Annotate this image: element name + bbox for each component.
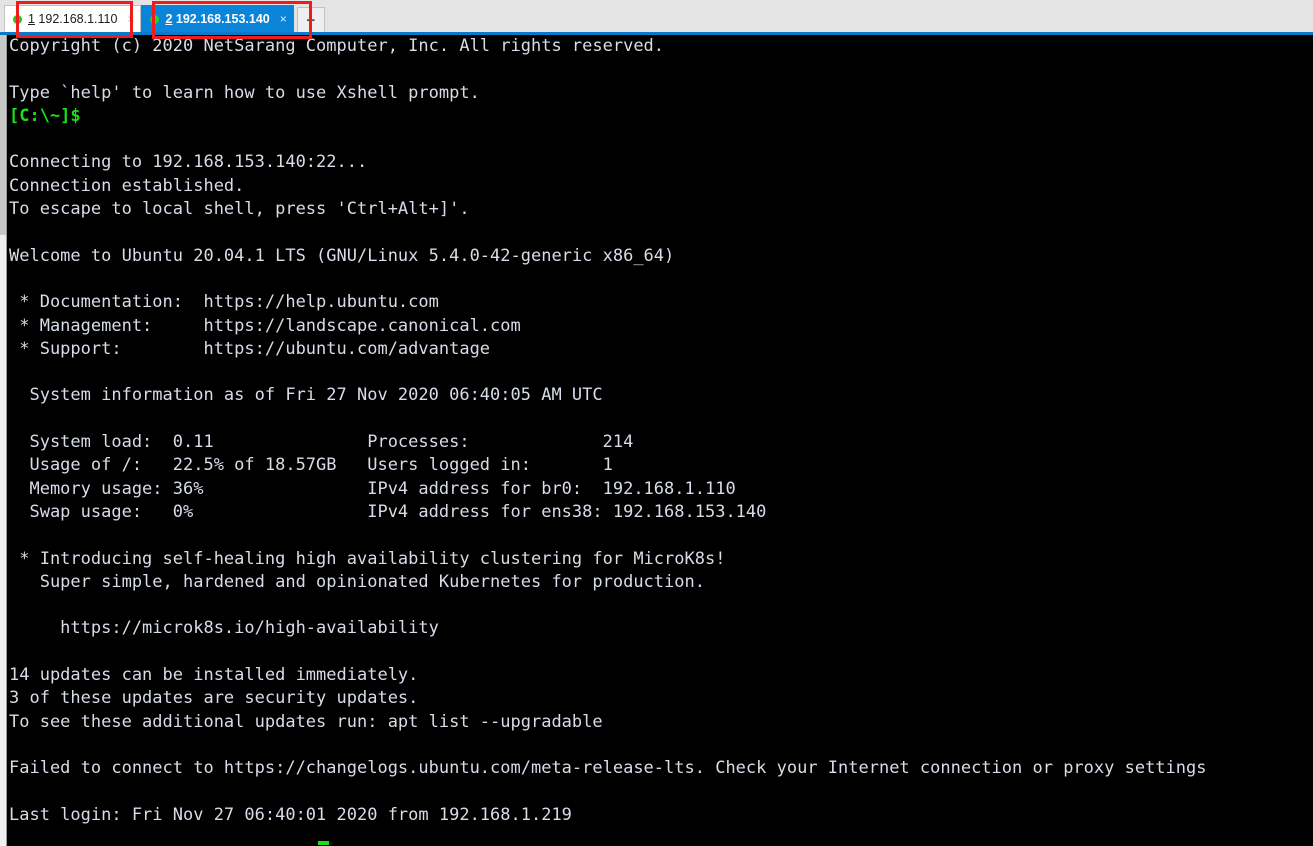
connection-status-dot-icon bbox=[150, 14, 160, 24]
terminal-line: System load: 0.11 Processes: 214 bbox=[9, 432, 634, 453]
tab-192-168-1-110[interactable]: 1 192.168.1.110 × bbox=[4, 5, 142, 32]
terminal-cursor bbox=[318, 841, 329, 845]
tab-label: 1 192.168.1.110 bbox=[28, 12, 118, 26]
close-icon[interactable]: × bbox=[280, 13, 287, 25]
terminal-line: * Support: https://ubuntu.com/advantage bbox=[9, 338, 491, 359]
connection-status-dot-icon bbox=[13, 14, 22, 24]
terminal-line: Memory usage: 36% IPv4 address for br0: … bbox=[9, 478, 736, 499]
terminal-line: System information as of Fri 27 Nov 2020… bbox=[9, 385, 603, 406]
tab-strip: 1 192.168.1.110 × 2 192.168.153.140 × + bbox=[4, 3, 325, 32]
terminal-line: Connecting to 192.168.153.140:22... bbox=[9, 152, 368, 173]
terminal-line: [C:\~]$ bbox=[9, 105, 81, 126]
terminal-line: Type `help' to learn how to use Xshell p… bbox=[9, 82, 480, 103]
terminal-line: Welcome to Ubuntu 20.04.1 LTS (GNU/Linux… bbox=[9, 245, 675, 266]
terminal-line: Usage of /: 22.5% of 18.57GB Users logge… bbox=[9, 455, 613, 476]
terminal-line: https://microk8s.io/high-availability bbox=[9, 618, 439, 639]
scrollbar-thumb[interactable] bbox=[0, 35, 6, 235]
terminal-line: Last login: Fri Nov 27 06:40:01 2020 fro… bbox=[9, 804, 572, 825]
terminal-scrollbar[interactable] bbox=[0, 35, 7, 846]
terminal-line: To escape to local shell, press 'Ctrl+Al… bbox=[9, 199, 470, 220]
terminal-line: Copyright (c) 2020 NetSarang Computer, I… bbox=[9, 36, 665, 56]
tab-label: 2 192.168.153.140 bbox=[165, 12, 270, 26]
terminal-line: 14 updates can be installed immediately. bbox=[9, 665, 419, 686]
new-tab-button[interactable]: + bbox=[296, 7, 325, 32]
terminal-line: * Documentation: https://help.ubuntu.com bbox=[9, 292, 439, 313]
terminal-line: Connection established. bbox=[9, 175, 245, 196]
terminal-line: * Management: https://landscape.canonica… bbox=[9, 315, 521, 336]
xshell-window: 1 192.168.1.110 × 2 192.168.153.140 × + … bbox=[0, 0, 1313, 846]
close-icon[interactable]: × bbox=[127, 13, 134, 25]
terminal-line: 3 of these updates are security updates. bbox=[9, 688, 419, 709]
terminal-line: Failed to connect to https://changelogs.… bbox=[9, 758, 1207, 779]
terminal-line: * Introducing self-healing high availabi… bbox=[9, 548, 726, 569]
terminal-line: Swap usage: 0% IPv4 address for ens38: 1… bbox=[9, 501, 767, 522]
tab-bar: 1 192.168.1.110 × 2 192.168.153.140 × + bbox=[0, 0, 1313, 32]
terminal-screen[interactable]: Copyright (c) 2020 NetSarang Computer, I… bbox=[9, 35, 1313, 846]
terminal-line: To see these additional updates run: apt… bbox=[9, 711, 603, 732]
terminal-line: Super simple, hardened and opinionated K… bbox=[9, 571, 705, 592]
terminal-panel[interactable]: Copyright (c) 2020 NetSarang Computer, I… bbox=[0, 35, 1313, 846]
tab-192-168-153-140[interactable]: 2 192.168.153.140 × bbox=[141, 5, 294, 32]
